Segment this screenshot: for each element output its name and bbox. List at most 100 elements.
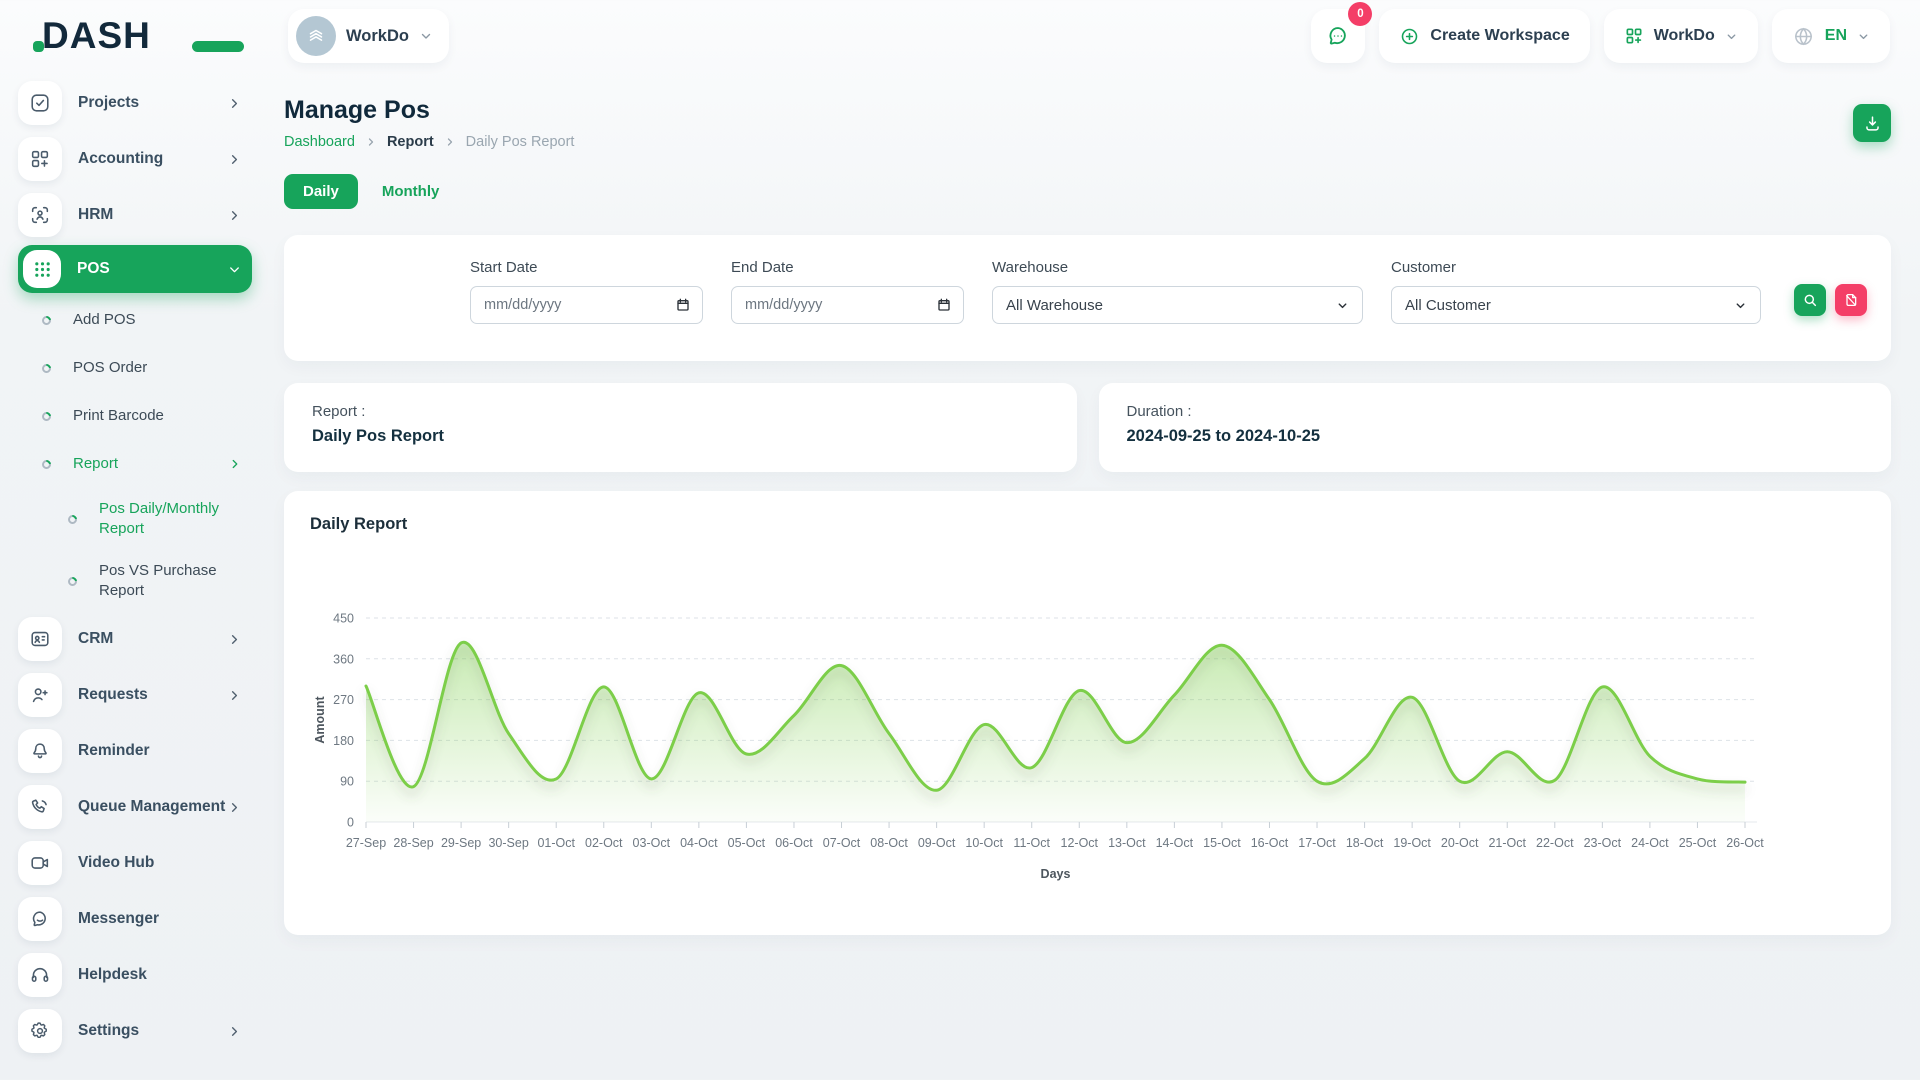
sidebar-item-reminder[interactable]: Reminder	[18, 724, 252, 778]
chevron-right-icon	[227, 152, 242, 167]
sidebar-item-pos-order[interactable]: POS Order	[18, 344, 252, 392]
sidebar-item-pos-vs-purchase-report[interactable]: Pos VS Purchase Report	[18, 550, 252, 612]
svg-text:22-Oct: 22-Oct	[1536, 836, 1574, 850]
breadcrumb-report[interactable]: Report	[387, 134, 434, 150]
file-slash-icon	[1843, 292, 1859, 308]
breadcrumb-daily-pos-report: Daily Pos Report	[466, 134, 575, 150]
topbar-actions: 0 Create Workspace WorkDo EN	[1311, 9, 1890, 63]
report-summary-card: Report : Daily Pos Report	[284, 383, 1077, 472]
app-logo[interactable]: DASH	[42, 15, 228, 57]
customer-label: Customer	[1391, 259, 1761, 276]
chevron-down-icon	[1857, 30, 1870, 43]
warehouse-select[interactable]: All Warehouse	[992, 286, 1363, 324]
svg-text:Amount: Amount	[313, 696, 327, 744]
svg-text:26-Oct: 26-Oct	[1726, 836, 1764, 850]
svg-text:08-Oct: 08-Oct	[870, 836, 908, 850]
sidebar-item-hrm[interactable]: HRM	[18, 188, 252, 242]
chevron-right-icon	[227, 96, 242, 111]
chat-dots-icon	[1325, 23, 1351, 49]
sidebar-item-queue-management[interactable]: Queue Management	[18, 780, 252, 834]
search-button[interactable]	[1794, 284, 1826, 316]
task-square-icon	[18, 81, 62, 125]
create-workspace-button[interactable]: Create Workspace	[1379, 9, 1589, 63]
phone-call-icon	[18, 785, 62, 829]
end-date-label: End Date	[731, 259, 964, 276]
video-camera-icon	[18, 841, 62, 885]
svg-text:27-Sep: 27-Sep	[346, 836, 386, 850]
svg-text:25-Oct: 25-Oct	[1679, 836, 1717, 850]
user-plus-icon	[18, 673, 62, 717]
sidebar-item-settings[interactable]: Settings	[18, 1004, 252, 1058]
svg-text:03-Oct: 03-Oct	[633, 836, 671, 850]
svg-text:90: 90	[340, 775, 354, 789]
sidebar-item-pos-daily-monthly-report[interactable]: Pos Daily/Monthly Report	[18, 488, 252, 550]
language-button[interactable]: EN	[1772, 9, 1890, 63]
svg-text:450: 450	[333, 612, 354, 626]
filter-card: Start Date End Date Warehouse All Wareho…	[284, 235, 1891, 361]
page-header: Manage Pos Dashboard Report Daily Pos Re…	[284, 96, 1891, 150]
end-date-input[interactable]	[732, 287, 963, 323]
logo-dot-accent	[33, 41, 44, 52]
sidebar-item-projects[interactable]: Projects	[18, 76, 252, 130]
warehouse-field: Warehouse All Warehouse	[992, 259, 1363, 324]
tab-monthly[interactable]: Monthly	[374, 174, 448, 209]
svg-text:13-Oct: 13-Oct	[1108, 836, 1146, 850]
sidebar-item-crm[interactable]: CRM	[18, 612, 252, 666]
duration-summary-card: Duration : 2024-09-25 to 2024-10-25	[1099, 383, 1892, 472]
chevron-right-icon	[227, 632, 242, 647]
chart-title: Daily Report	[310, 515, 1865, 534]
warehouse-label: Warehouse	[992, 259, 1363, 276]
svg-text:360: 360	[333, 652, 354, 666]
start-date-field: Start Date	[470, 259, 703, 324]
svg-text:16-Oct: 16-Oct	[1251, 836, 1289, 850]
svg-text:21-Oct: 21-Oct	[1488, 836, 1526, 850]
tab-daily[interactable]: Daily	[284, 174, 358, 209]
bullet-icon	[40, 410, 53, 423]
svg-text:15-Oct: 15-Oct	[1203, 836, 1241, 850]
svg-text:Days: Days	[1041, 867, 1071, 881]
svg-text:19-Oct: 19-Oct	[1393, 836, 1431, 850]
svg-text:07-Oct: 07-Oct	[823, 836, 861, 850]
report-value: Daily Pos Report	[312, 427, 1049, 446]
sidebar-item-messenger[interactable]: Messenger	[18, 892, 252, 946]
svg-text:10-Oct: 10-Oct	[965, 836, 1003, 850]
headset-icon	[18, 953, 62, 997]
svg-text:09-Oct: 09-Oct	[918, 836, 956, 850]
sidebar-item-video-hub[interactable]: Video Hub	[18, 836, 252, 890]
sidebar-item-report[interactable]: Report	[18, 440, 252, 488]
gear-icon	[18, 1009, 62, 1053]
messages-badge: 0	[1348, 2, 1372, 26]
download-button[interactable]	[1853, 104, 1891, 142]
chevron-right-icon	[365, 136, 377, 148]
sidebar-item-helpdesk[interactable]: Helpdesk	[18, 948, 252, 1002]
svg-text:05-Oct: 05-Oct	[728, 836, 766, 850]
chevron-right-icon	[227, 800, 242, 815]
svg-text:24-Oct: 24-Oct	[1631, 836, 1669, 850]
sidebar-item-accounting[interactable]: Accounting	[18, 132, 252, 186]
workspace-switcher-label: WorkDo	[1654, 27, 1715, 45]
messages-button[interactable]: 0	[1311, 9, 1365, 63]
logo-dash-accent	[192, 41, 244, 52]
duration-label: Duration :	[1127, 403, 1864, 420]
svg-text:28-Sep: 28-Sep	[393, 836, 433, 850]
sidebar-item-add-pos[interactable]: Add POS	[18, 296, 252, 344]
grid-add-icon	[18, 137, 62, 181]
start-date-input[interactable]	[471, 287, 702, 323]
bullet-icon	[40, 314, 53, 327]
breadcrumb-dashboard[interactable]: Dashboard	[284, 134, 355, 150]
workspace-switcher-button[interactable]: WorkDo	[1604, 9, 1758, 63]
sidebar-item-requests[interactable]: Requests	[18, 668, 252, 722]
sidebar-item-pos[interactable]: POS	[18, 245, 252, 293]
bullet-icon	[40, 362, 53, 375]
duration-value: 2024-09-25 to 2024-10-25	[1127, 427, 1864, 446]
bullet-icon	[66, 513, 79, 526]
sidebar-item-print-barcode[interactable]: Print Barcode	[18, 392, 252, 440]
reset-filter-button[interactable]	[1835, 284, 1867, 316]
scan-user-icon	[18, 193, 62, 237]
main-content: Manage Pos Dashboard Report Daily Pos Re…	[266, 72, 1920, 935]
workspace-pill[interactable]: WorkDo	[288, 9, 449, 63]
customer-select[interactable]: All Customer	[1391, 286, 1761, 324]
summary-row: Report : Daily Pos Report Duration : 202…	[284, 383, 1891, 472]
download-icon	[1863, 114, 1882, 133]
grid-dots-icon	[23, 250, 61, 288]
